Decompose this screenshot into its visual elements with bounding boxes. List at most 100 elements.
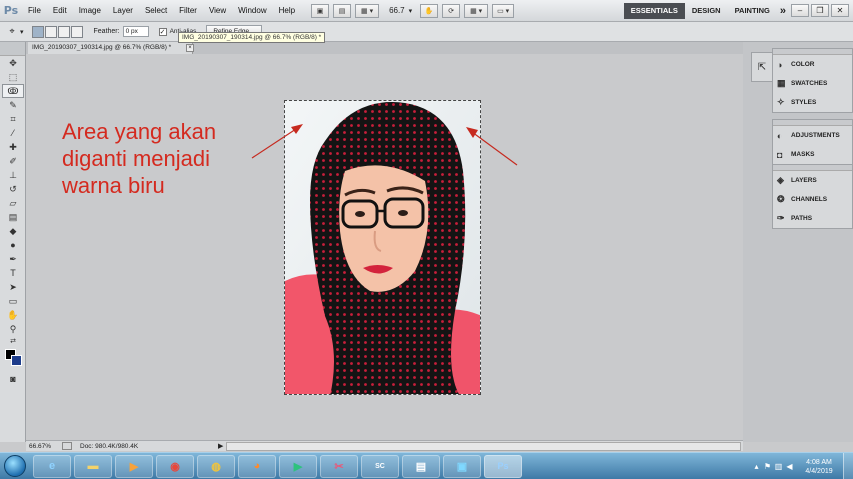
canvas-area[interactable] [26,54,743,438]
panel-masks[interactable]: ◘ MASKS [773,145,852,164]
system-clock[interactable]: 4:08 AM 4/4/2019 [795,458,843,476]
taskbar-app-sc[interactable]: SC [361,454,399,478]
crop-tool-icon[interactable]: ⌗ [2,112,24,126]
show-desktop-button[interactable] [843,453,853,479]
hand-tool-button[interactable]: ✋ [420,3,439,18]
taskbar-media-player[interactable]: ▶ [115,454,153,478]
bridge-button[interactable]: ▣ [311,3,330,18]
menu-view[interactable]: View [203,0,232,22]
menu-filter[interactable]: Filter [173,0,203,22]
taskbar-app-yellow[interactable]: ◍ [197,454,235,478]
menu-image[interactable]: Image [73,0,107,22]
taskbar-firefox[interactable]: ◕ [238,454,276,478]
panel-styles[interactable]: ✧ STYLES [773,93,852,112]
hand-tool-icon[interactable]: ✋ [2,308,24,322]
panel-color[interactable]: ◑ COLOR [773,55,852,74]
screen-mode-button[interactable]: ▭ ▾ [492,3,515,18]
document-tab[interactable]: IMG_20190307_190314.jpg @ 66.7% (RGB/8) … [28,42,194,54]
brush-tool-icon[interactable]: ✐ [2,154,24,168]
more-workspaces-button[interactable]: » [777,3,789,19]
taskbar-photoshop[interactable]: Ps [484,454,522,478]
menu-layer[interactable]: Layer [107,0,139,22]
view-extras-button[interactable]: ▦ ▾ [355,3,380,18]
swap-colors-icon[interactable]: ⇄ [2,336,24,346]
collapsed-panel-icon[interactable]: ⇱ [751,52,773,82]
tool-preset-dropdown-icon[interactable]: ▾ [20,28,24,36]
move-tool-icon[interactable]: ✥ [2,56,24,70]
status-zoom[interactable]: 66.67% [26,443,56,450]
taskbar-app-doc[interactable]: ▤ [402,454,440,478]
lasso-tool-icon[interactable]: ↂ [2,84,24,98]
healing-brush-tool-icon[interactable]: ✚ [2,140,24,154]
taskbar-app-tools[interactable]: ✂ [320,454,358,478]
shape-tool-icon[interactable]: ▭ [2,294,24,308]
tools-panel-grip[interactable] [0,42,25,56]
menu-edit[interactable]: Edit [47,0,73,22]
mini-bridge-button[interactable]: ▤ [333,3,352,18]
eraser-tool-icon[interactable]: ▱ [2,196,24,210]
document-photo[interactable] [284,100,481,395]
workspace-painting[interactable]: PAINTING [728,3,777,19]
menu-select[interactable]: Select [139,0,173,22]
restore-button[interactable]: ❐ [811,4,829,17]
menu-help[interactable]: Help [273,0,301,22]
menu-file[interactable]: File [22,0,47,22]
status-info-icon[interactable] [62,442,72,450]
pen-tool-icon[interactable]: ✒ [2,252,24,266]
layers-icon: ◈ [777,175,784,185]
feather-input[interactable]: 0 px [122,26,149,37]
panel-layers[interactable]: ◈ LAYERS [773,171,852,190]
antialias-checkbox[interactable]: ✓ [158,27,167,36]
app-icon-green: ▶ [293,460,303,473]
blur-tool-icon[interactable]: ◆ [2,224,24,238]
panel-group-color: ◑ COLOR ▦ SWATCHES ✧ STYLES [772,48,853,113]
start-button[interactable] [0,453,30,479]
dodge-tool-icon[interactable]: ● [2,238,24,252]
show-hidden-icons-icon[interactable]: ▴ [751,462,762,471]
workspace-design[interactable]: DESIGN [685,3,728,19]
close-tab-icon[interactable]: × [186,44,194,52]
close-window-button[interactable]: ✕ [831,4,849,17]
new-selection-button[interactable] [31,25,44,38]
feather-label: Feather: [93,28,120,35]
zoom-level[interactable]: 66.7 [389,6,405,15]
horizontal-scrollbar[interactable] [226,441,741,451]
taskbar-app-green[interactable]: ▶ [279,454,317,478]
volume-icon[interactable]: ◀ [784,462,795,471]
panel-adjustments[interactable]: ◐ ADJUSTMENTS [773,126,852,145]
path-selection-tool-icon[interactable]: ➤ [2,280,24,294]
taskbar-chrome[interactable]: ◉ [156,454,194,478]
channels-icon: ❂ [777,194,785,204]
status-menu-arrow-icon[interactable]: ▶ [218,442,226,450]
background-color[interactable] [11,355,22,366]
panel-swatches[interactable]: ▦ SWATCHES [773,74,852,93]
network-icon[interactable]: ▥ [773,462,784,471]
workspace-essentials[interactable]: ESSENTIALS [623,2,685,19]
lasso-tool-preset-icon[interactable]: ⌖ [4,25,20,39]
taskbar-internet-explorer[interactable]: e [33,454,71,478]
zoom-tool-icon[interactable]: ⚲ [2,322,24,336]
history-brush-tool-icon[interactable]: ↺ [2,182,24,196]
panel-channels[interactable]: ❂ CHANNELS [773,190,852,209]
panel-paths[interactable]: ✑ PATHS [773,209,852,228]
document-tab-title: IMG_20190307_190314.jpg @ 66.7% (RGB/8) … [32,44,172,51]
marquee-tool-icon[interactable]: ⬚ [2,70,24,84]
clone-stamp-tool-icon[interactable]: ⊥ [2,168,24,182]
intersect-selection-button[interactable] [70,25,83,38]
eyedropper-tool-icon[interactable]: ⁄ [2,126,24,140]
subtract-selection-button[interactable] [57,25,70,38]
gradient-tool-icon[interactable]: ▤ [2,210,24,224]
rotate-view-button[interactable]: ⟳ [442,3,461,18]
add-to-selection-button[interactable] [44,25,57,38]
quick-selection-tool-icon[interactable]: ✎ [2,98,24,112]
action-center-icon[interactable]: ⚑ [762,462,773,471]
minimize-button[interactable]: – [791,4,809,17]
taskbar-file-explorer[interactable]: ▬ [74,454,112,478]
quick-mask-icon[interactable]: ◙ [2,372,24,386]
type-tool-icon[interactable]: T [2,266,24,280]
taskbar-app-video[interactable]: ▣ [443,454,481,478]
arrange-documents-button[interactable]: ▦ ▾ [464,3,489,18]
menu-window[interactable]: Window [232,0,272,22]
video-app-icon: ▣ [456,460,468,473]
zoom-dropdown-icon[interactable]: ▾ [409,7,413,15]
